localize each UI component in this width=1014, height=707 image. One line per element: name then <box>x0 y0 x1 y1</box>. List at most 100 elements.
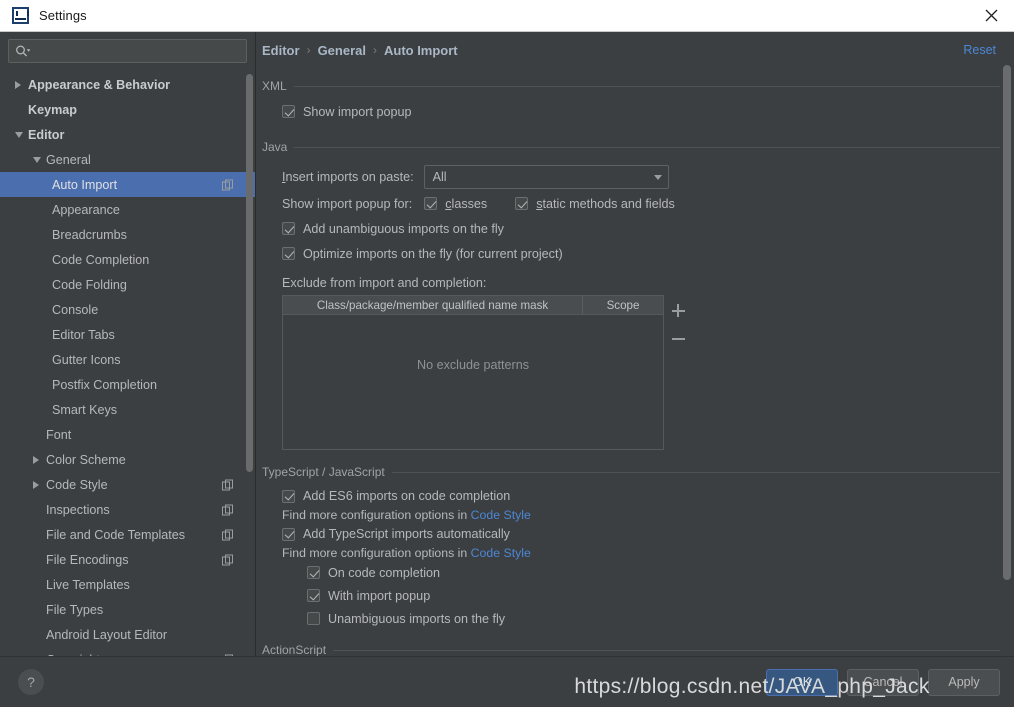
exclude-table-body: No exclude patterns <box>283 315 663 449</box>
section-typescript-header: TypeScript / JavaScript <box>262 464 1000 480</box>
checkbox-classes[interactable] <box>424 197 438 210</box>
remove-exclude-pattern-button[interactable] <box>670 330 687 347</box>
sidebar-item-file-types[interactable]: File Types <box>0 597 255 622</box>
sidebar-item-keymap[interactable]: Keymap <box>0 97 255 122</box>
settings-sidebar: Appearance & Behavior Keymap Editor General… <box>0 32 256 656</box>
sidebar-item-label: File Encodings <box>46 552 129 567</box>
sidebar-item-live-templates[interactable]: Live Templates <box>0 572 255 597</box>
reset-link[interactable]: Reset <box>963 43 996 57</box>
chevron-down-icon[interactable] <box>33 156 41 163</box>
dialog-footer: ? OK Cancel Apply https://blog.csdn.net/… <box>0 656 1014 707</box>
checkbox-add-es6-imports[interactable] <box>282 489 295 503</box>
copy-settings-icon[interactable] <box>222 529 233 540</box>
checkbox-add-typescript-imports[interactable] <box>282 527 295 541</box>
chevron-right-icon[interactable] <box>33 455 39 464</box>
sidebar-item-gutter-icons[interactable]: Gutter Icons <box>0 347 255 372</box>
sidebar-item-code-style[interactable]: Code Style <box>0 472 255 497</box>
search-box[interactable] <box>8 39 247 63</box>
footer-buttons: OK Cancel Apply <box>766 668 1000 696</box>
exclude-table[interactable]: Class/package/member qualified name mask… <box>282 295 664 450</box>
sidebar-item-code-completion[interactable]: Code Completion <box>0 247 255 272</box>
hint-code-style-typescript: Find more configuration options in Code … <box>282 545 1000 561</box>
breadcrumb-separator: › <box>306 43 311 57</box>
chevron-right-icon[interactable] <box>33 480 39 489</box>
sidebar-item-editor[interactable]: Editor <box>0 122 255 147</box>
checkbox-on-code-completion[interactable] <box>307 566 320 579</box>
sidebar-item-label: Auto Import <box>52 177 118 192</box>
section-actionscript-header: ActionScript <box>262 642 1000 656</box>
settings-tree: Appearance & Behavior Keymap Editor General… <box>0 72 255 656</box>
sidebar-item-editor-tabs[interactable]: Editor Tabs <box>0 322 255 347</box>
section-actionscript: ActionScript Add unambiguous imports on … <box>262 642 1000 656</box>
breadcrumb-separator: › <box>372 43 377 57</box>
hint-text-es6: Find more configuration options in <box>282 508 471 522</box>
copy-settings-icon[interactable] <box>222 479 233 490</box>
sidebar-item-label: Editor <box>28 127 65 142</box>
checkbox-with-import-popup[interactable] <box>307 589 320 602</box>
add-exclude-pattern-button[interactable] <box>670 302 687 319</box>
chevron-right-icon[interactable] <box>15 80 21 89</box>
sidebar-item-color-scheme[interactable]: Color Scheme <box>0 447 255 472</box>
sidebar-item-auto-import[interactable]: Auto Import <box>0 172 255 197</box>
search-input[interactable] <box>34 44 240 58</box>
hint-code-style-es6: Find more configuration options in Code … <box>282 507 1000 523</box>
sidebar-scrollbar[interactable] <box>246 74 253 472</box>
checkbox-show-import-popup-xml[interactable] <box>282 105 295 118</box>
column-header-mask[interactable]: Class/package/member qualified name mask <box>283 296 583 314</box>
checkbox-row-on-code-completion: On code completion <box>282 561 1000 584</box>
copy-settings-icon[interactable] <box>222 504 233 515</box>
insert-imports-row: Insert imports on paste: All <box>282 163 1000 191</box>
sidebar-item-appearance[interactable]: Appearance <box>0 197 255 222</box>
section-xml-body: Show import popup <box>262 94 1000 123</box>
section-typescript-body: Add ES6 imports on code completion Find … <box>262 480 1000 630</box>
section-divider <box>333 649 1000 651</box>
sidebar-item-label: Breadcrumbs <box>52 227 127 242</box>
sidebar-item-smart-keys[interactable]: Smart Keys <box>0 397 255 422</box>
checkbox-row-unambiguous-on-fly-ts: Unambiguous imports on the fly <box>282 607 1000 630</box>
sidebar-item-label: Smart Keys <box>52 402 118 417</box>
sidebar-item-label: File Types <box>46 602 104 617</box>
ok-button[interactable]: OK <box>766 668 838 696</box>
sidebar-item-android-layout-editor[interactable]: Android Layout Editor <box>0 622 255 647</box>
chevron-down-icon[interactable] <box>15 131 23 138</box>
apply-button[interactable]: Apply <box>928 668 1000 696</box>
cancel-button[interactable]: Cancel <box>847 668 919 696</box>
sidebar-item-postfix-completion[interactable]: Postfix Completion <box>0 372 255 397</box>
column-header-scope[interactable]: Scope <box>583 296 663 314</box>
sidebar-item-copyright[interactable]: Copyright <box>0 647 255 656</box>
close-icon[interactable] <box>968 0 1014 31</box>
checkbox-row-add-unambiguous-java: Add unambiguous imports on the fly <box>282 216 1000 241</box>
sidebar-item-general[interactable]: General <box>0 147 255 172</box>
checkbox-label-show-import-popup-xml: Show import popup <box>303 104 412 119</box>
sidebar-item-label: General <box>46 152 91 167</box>
sidebar-item-code-folding[interactable]: Code Folding <box>0 272 255 297</box>
insert-imports-select[interactable]: All <box>423 165 669 189</box>
sidebar-item-appearance-behavior[interactable]: Appearance & Behavior <box>0 72 255 97</box>
sidebar-item-breadcrumbs[interactable]: Breadcrumbs <box>0 222 255 247</box>
checkbox-row-add-es6: Add ES6 imports on code completion <box>282 485 1000 507</box>
copy-settings-icon[interactable] <box>222 554 233 565</box>
checkbox-add-unambiguous-java[interactable] <box>282 222 295 235</box>
section-divider <box>294 146 1000 148</box>
sidebar-item-label: Android Layout Editor <box>46 627 168 642</box>
sidebar-item-file-encodings[interactable]: File Encodings <box>0 547 255 572</box>
sidebar-item-console[interactable]: Console <box>0 297 255 322</box>
help-button[interactable]: ? <box>18 669 44 695</box>
sidebar-item-font[interactable]: Font <box>0 422 255 447</box>
checkbox-label-on-code-completion: On code completion <box>328 565 441 580</box>
main-panel-scrollbar[interactable] <box>1003 65 1011 580</box>
exclude-table-header: Class/package/member qualified name mask… <box>283 296 663 315</box>
code-style-link-typescript[interactable]: Code Style <box>471 546 531 560</box>
search-container <box>0 32 255 67</box>
checkbox-unambiguous-on-fly-ts[interactable] <box>307 612 320 625</box>
sidebar-item-inspections[interactable]: Inspections <box>0 497 255 522</box>
checkbox-static-methods[interactable] <box>515 197 529 210</box>
code-style-link-es6[interactable]: Code Style <box>471 508 531 522</box>
section-xml-header: XML <box>262 78 1000 94</box>
copy-settings-icon[interactable] <box>222 179 233 190</box>
sidebar-item-file-and-code-templates[interactable]: File and Code Templates <box>0 522 255 547</box>
checkbox-optimize-imports[interactable] <box>282 247 295 260</box>
checkbox-label-add-unambiguous-java: Add unambiguous imports on the fly <box>303 221 504 236</box>
breadcrumb-item-general[interactable]: General <box>318 43 366 58</box>
breadcrumb-item-editor[interactable]: Editor <box>262 43 300 58</box>
